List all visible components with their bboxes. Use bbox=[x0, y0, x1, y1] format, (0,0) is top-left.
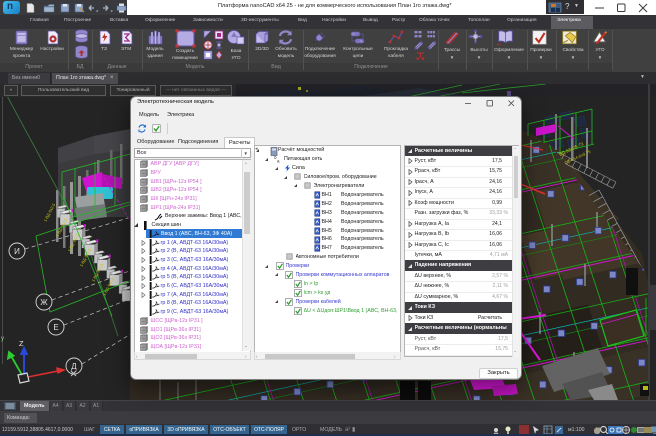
svg-text:а: а bbox=[277, 159, 280, 164]
svg-text:Ж: Ж bbox=[40, 298, 48, 307]
svg-text:И: И bbox=[14, 247, 20, 256]
svg-text:у: у bbox=[1, 336, 4, 342]
svg-text:Д: Д bbox=[71, 362, 77, 371]
svg-text:Z: Z bbox=[19, 339, 24, 348]
svg-text:Е: Е bbox=[53, 323, 58, 332]
